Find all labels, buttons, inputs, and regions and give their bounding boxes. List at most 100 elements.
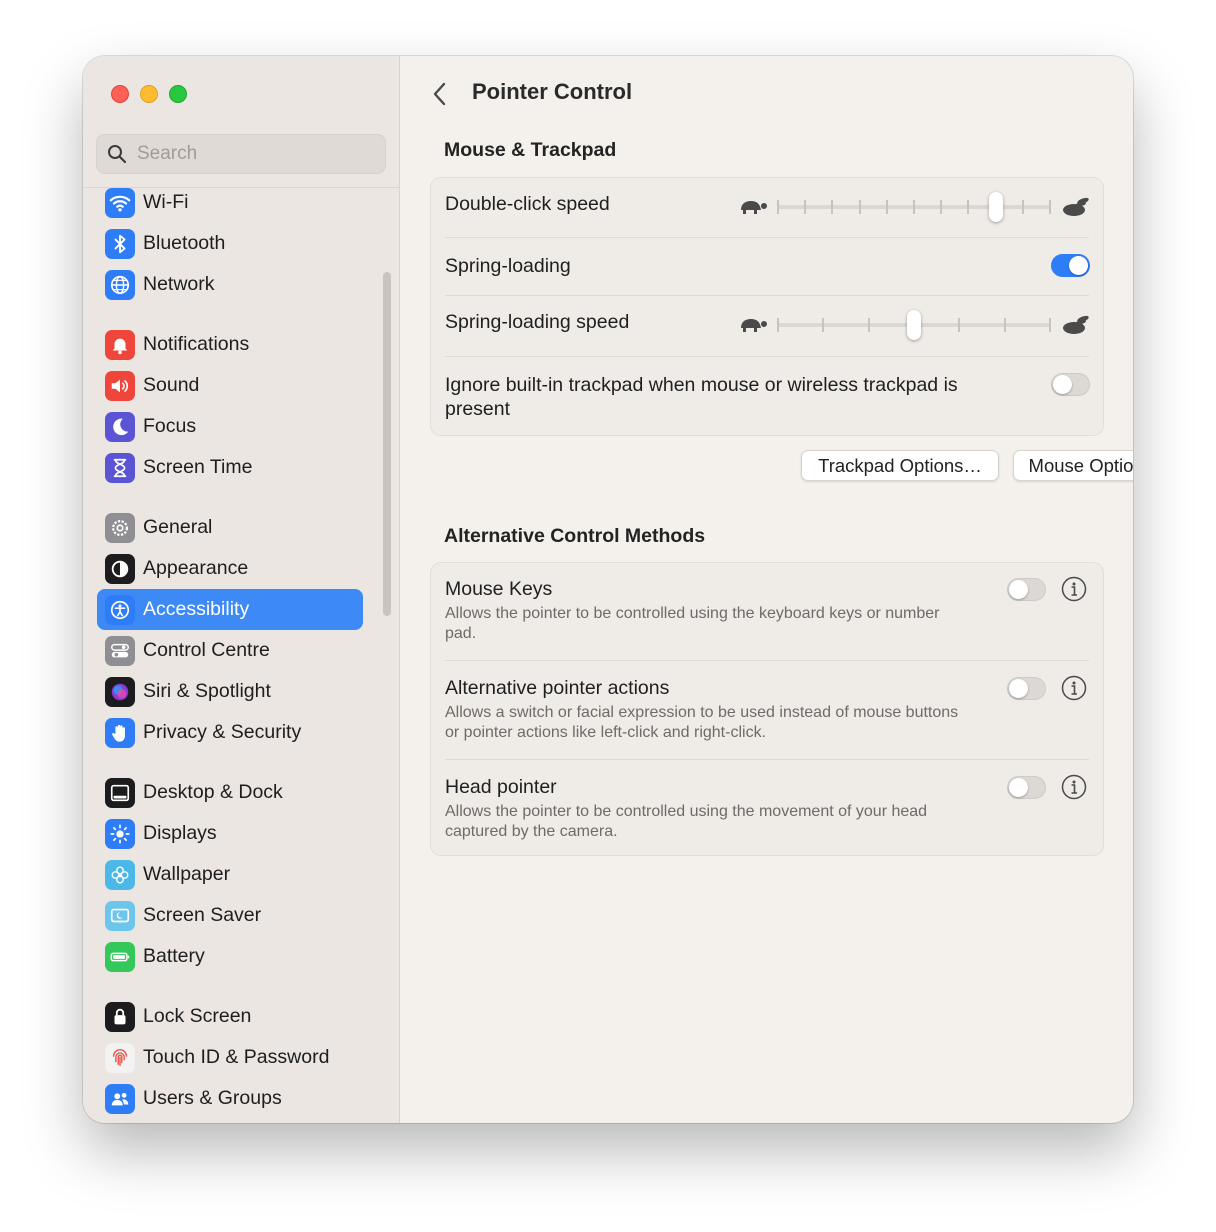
turtle-icon bbox=[741, 201, 767, 214]
search-placeholder: Search bbox=[137, 143, 198, 164]
sidebar-item-label: Wi-Fi bbox=[143, 191, 189, 213]
mouse-options-button[interactable]: Mouse Options… bbox=[1013, 450, 1133, 481]
sidebar-item-focus[interactable]: Focus bbox=[97, 406, 363, 447]
battery-icon bbox=[105, 941, 135, 972]
info-icon[interactable] bbox=[1061, 675, 1087, 701]
back-chevron-icon[interactable] bbox=[428, 80, 452, 108]
alt-pointer-actions-toggle[interactable] bbox=[1007, 677, 1046, 700]
sidebar-item-lock-screen[interactable]: Lock Screen bbox=[97, 996, 363, 1037]
sidebar-item-screen-time[interactable]: Screen Time bbox=[97, 447, 363, 488]
sidebar-item-label: Battery bbox=[143, 945, 205, 967]
sidebar-item-sound[interactable]: Sound bbox=[97, 365, 363, 406]
sidebar-item-accessibility[interactable]: Accessibility bbox=[97, 589, 363, 630]
settings-window: Search Wi-Fi Bluetooth Network Notificat… bbox=[83, 56, 1133, 1123]
sidebar-item-label: Accessibility bbox=[143, 598, 250, 620]
hand-icon bbox=[105, 717, 135, 748]
info-icon[interactable] bbox=[1061, 774, 1087, 800]
slider-tick bbox=[1049, 318, 1051, 332]
close-button[interactable] bbox=[111, 85, 129, 103]
sidebar-item-label: Users & Groups bbox=[143, 1087, 282, 1109]
slider-tick bbox=[1003, 318, 1006, 332]
row-divider bbox=[445, 295, 1089, 296]
page-title: Pointer Control bbox=[472, 79, 633, 104]
row-divider bbox=[445, 237, 1089, 238]
search-field[interactable]: Search bbox=[96, 134, 386, 174]
double-click-speed-slider[interactable] bbox=[777, 192, 1051, 222]
sidebar-item-wallpaper[interactable]: Wallpaper bbox=[97, 854, 363, 895]
spring-loading-speed-slider[interactable] bbox=[777, 310, 1051, 340]
siri-icon bbox=[105, 676, 135, 707]
spring-loading-label: Spring-loading bbox=[445, 255, 571, 277]
main-pane: Pointer Control Mouse & Trackpad Double-… bbox=[400, 56, 1133, 1123]
control-centre-icon bbox=[105, 635, 135, 666]
sidebar-item-notifications[interactable]: Notifications bbox=[97, 324, 363, 365]
sidebar-item-bluetooth[interactable]: Bluetooth bbox=[97, 223, 363, 264]
minimize-button[interactable] bbox=[140, 85, 158, 103]
sidebar-item-label: Siri & Spotlight bbox=[143, 680, 271, 702]
sidebar-item-screen-saver[interactable]: Screen Saver bbox=[97, 895, 363, 936]
dock-icon bbox=[105, 777, 135, 808]
head-pointer-toggle[interactable] bbox=[1007, 776, 1046, 799]
slider-thumb[interactable] bbox=[907, 310, 921, 340]
sidebar-item-label: Sound bbox=[143, 374, 200, 396]
head-pointer-description: Allows the pointer to be controlled usin… bbox=[445, 803, 928, 840]
ignore-trackpad-toggle[interactable] bbox=[1051, 373, 1090, 396]
sidebar-item-touch-id[interactable]: Touch ID & Password bbox=[97, 1037, 363, 1078]
sidebar-item-users[interactable]: Users & Groups bbox=[97, 1078, 363, 1119]
sidebar-item-label: Touch ID & Password bbox=[143, 1046, 330, 1068]
rabbit-icon bbox=[1063, 197, 1089, 216]
slider-tick bbox=[804, 200, 807, 214]
alt-methods-heading: Alternative Control Methods bbox=[444, 525, 706, 547]
sidebar-item-label: Notifications bbox=[143, 333, 250, 355]
trackpad-options-button[interactable]: Trackpad Options… bbox=[801, 450, 999, 481]
accessibility-icon bbox=[105, 594, 135, 625]
sidebar-item-network[interactable]: Network bbox=[97, 264, 363, 305]
ignore-trackpad-label: Ignore built-in trackpad when mouse or w… bbox=[445, 374, 958, 420]
globe-icon bbox=[105, 269, 135, 300]
sidebar-item-label: Displays bbox=[143, 822, 217, 844]
mouse-trackpad-heading: Mouse & Trackpad bbox=[444, 139, 617, 161]
sidebar-item-desktop-dock[interactable]: Desktop & Dock bbox=[97, 772, 363, 813]
sidebar-item-displays[interactable]: Displays bbox=[97, 813, 363, 854]
sidebar-item-label: Desktop & Dock bbox=[143, 781, 283, 803]
sidebar-item-siri[interactable]: Siri & Spotlight bbox=[97, 671, 363, 712]
sidebar-item-wifi[interactable]: Wi-Fi bbox=[97, 182, 363, 223]
sidebar: Search Wi-Fi Bluetooth Network Notificat… bbox=[83, 56, 400, 1123]
window-controls bbox=[111, 85, 187, 103]
row-divider bbox=[445, 356, 1089, 357]
slider-tick bbox=[822, 318, 825, 332]
sidebar-scrollbar[interactable] bbox=[383, 272, 391, 616]
sidebar-item-general[interactable]: General bbox=[97, 507, 363, 548]
info-icon[interactable] bbox=[1061, 576, 1087, 602]
fingerprint-icon bbox=[105, 1042, 135, 1073]
sidebar-item-appearance[interactable]: Appearance bbox=[97, 548, 363, 589]
sidebar-item-label: General bbox=[143, 516, 213, 538]
rabbit-icon bbox=[1063, 315, 1089, 334]
sidebar-item-label: Lock Screen bbox=[143, 1005, 252, 1027]
slider-tick bbox=[958, 318, 961, 332]
slider-tick bbox=[885, 200, 888, 214]
sidebar-nav: Wi-Fi Bluetooth Network Notifications So… bbox=[97, 182, 363, 1119]
row-divider bbox=[445, 660, 1089, 661]
slider-tick bbox=[831, 200, 834, 214]
sidebar-item-label: Network bbox=[143, 273, 215, 295]
sidebar-item-label: Screen Saver bbox=[143, 904, 262, 926]
zoom-button[interactable] bbox=[169, 85, 187, 103]
sidebar-item-privacy[interactable]: Privacy & Security bbox=[97, 712, 363, 753]
wifi-icon bbox=[105, 187, 135, 218]
sidebar-item-battery[interactable]: Battery bbox=[97, 936, 363, 977]
screen-saver-icon bbox=[105, 900, 135, 931]
bell-icon bbox=[105, 329, 135, 360]
turtle-icon bbox=[741, 319, 767, 332]
mouse-keys-toggle[interactable] bbox=[1007, 578, 1046, 601]
mouse-trackpad-group: Double-click speed Spring-loading Spring… bbox=[430, 177, 1104, 436]
moon-icon bbox=[105, 411, 135, 442]
lock-icon bbox=[105, 1001, 135, 1032]
sidebar-item-control-centre[interactable]: Control Centre bbox=[97, 630, 363, 671]
slider-tick bbox=[1021, 200, 1024, 214]
slider-thumb[interactable] bbox=[988, 192, 1003, 222]
hourglass-icon bbox=[105, 452, 135, 483]
bluetooth-icon bbox=[105, 228, 135, 259]
sidebar-item-label: Privacy & Security bbox=[143, 721, 302, 743]
spring-loading-toggle[interactable] bbox=[1051, 254, 1090, 277]
